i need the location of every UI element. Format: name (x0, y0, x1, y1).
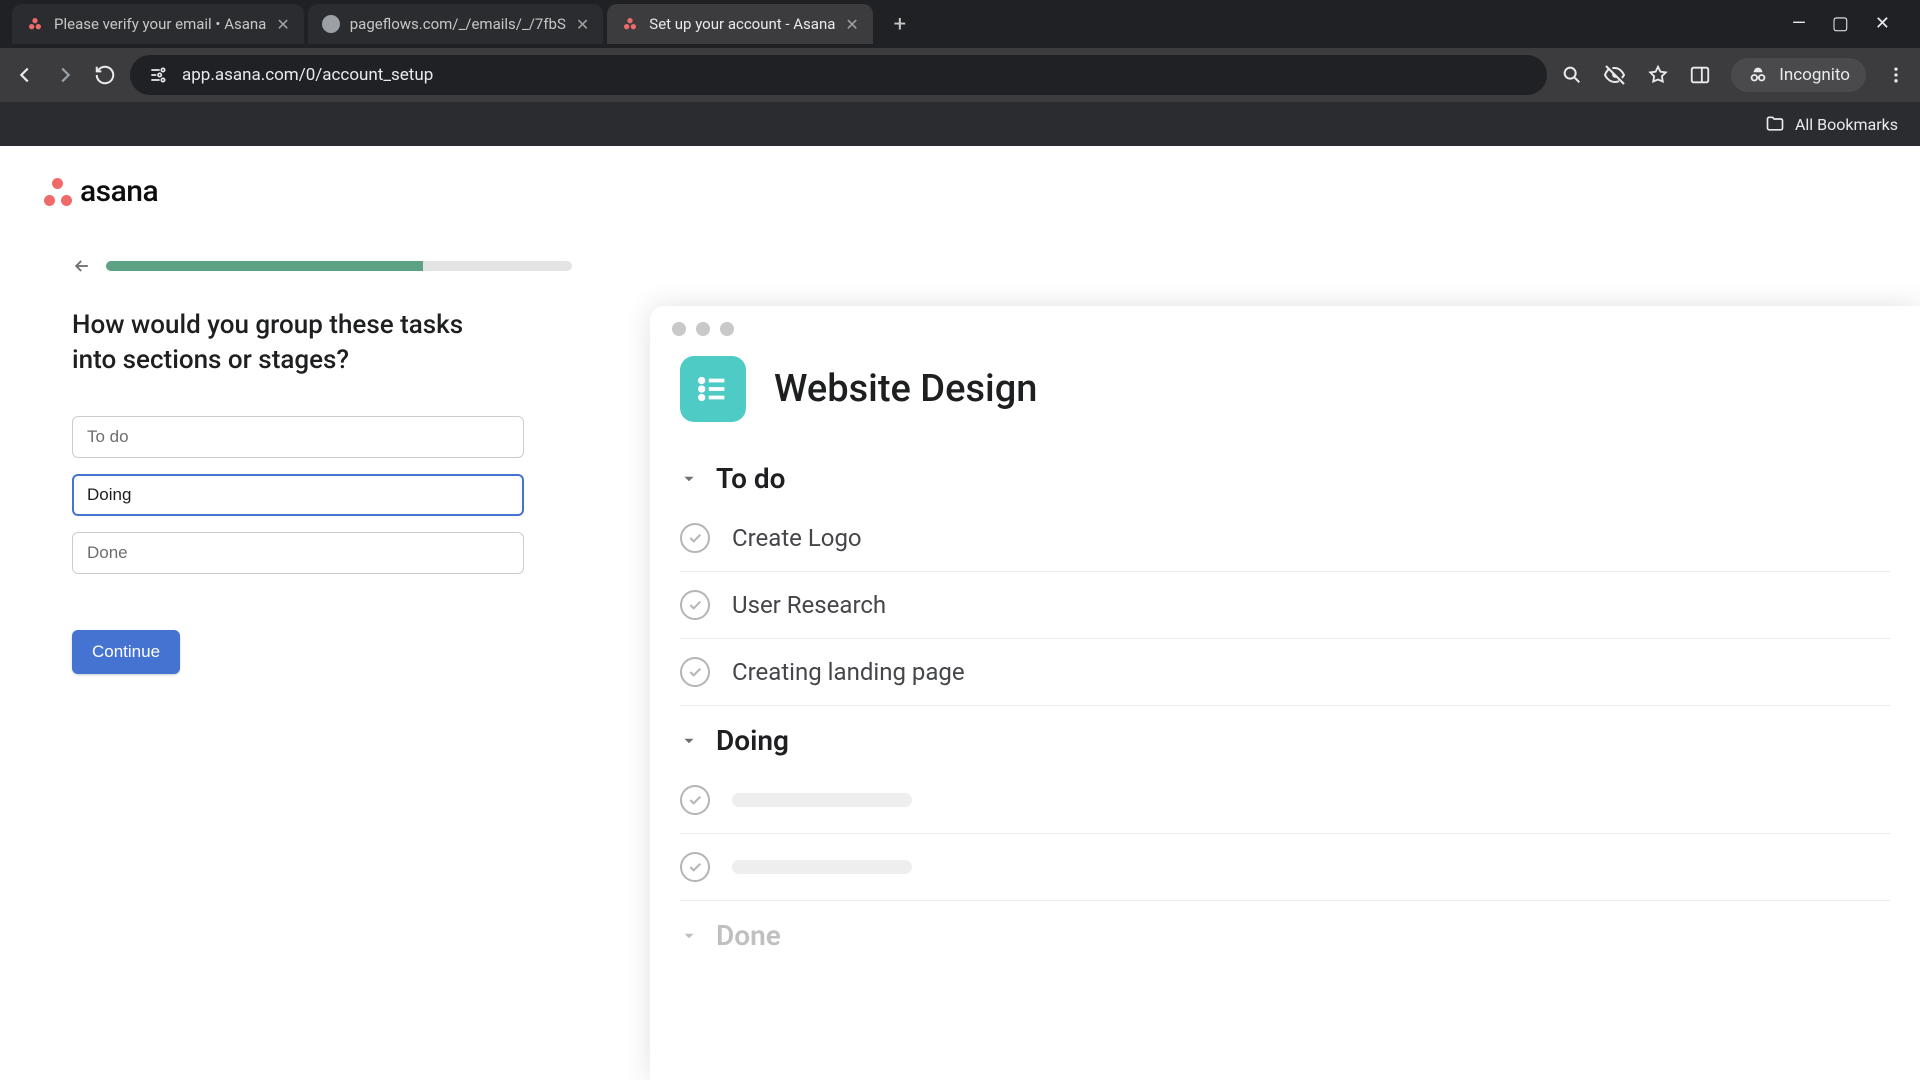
window-controls: — ▢ ✕ (1792, 15, 1908, 33)
asana-favicon-icon (621, 15, 639, 33)
task-row-placeholder (680, 834, 1890, 901)
project-header: Website Design (650, 346, 1920, 444)
task-row[interactable]: Creating landing page (680, 639, 1890, 706)
task-label: Create Logo (732, 524, 862, 552)
incognito-chip[interactable]: Incognito (1731, 58, 1866, 92)
task-check-icon[interactable] (680, 523, 710, 553)
search-icon[interactable] (1561, 64, 1583, 86)
close-window-icon[interactable]: ✕ (1875, 15, 1890, 33)
section-header[interactable]: Doing (680, 706, 1890, 767)
section-inputs (72, 416, 524, 574)
incognito-icon (1747, 64, 1769, 86)
section-name-input-2[interactable] (72, 532, 524, 574)
setup-panel: How would you group these tasks into sec… (72, 256, 572, 674)
task-check-icon[interactable] (680, 657, 710, 687)
progress-track (106, 261, 572, 271)
minimize-icon[interactable]: — (1792, 15, 1806, 33)
preview-section: Done (650, 901, 1920, 962)
incognito-label: Incognito (1779, 65, 1850, 85)
asana-logo-icon (44, 178, 72, 206)
task-row[interactable]: Create Logo (680, 505, 1890, 572)
section-label: Doing (716, 724, 789, 757)
browser-tab[interactable]: pageflows.com/_/emails/_/7fbS ✕ (308, 4, 604, 44)
back-icon[interactable] (14, 64, 36, 86)
section-name-input-1[interactable] (72, 474, 524, 516)
browser-chrome: Please verify your email • Asana✕pageflo… (0, 0, 1920, 146)
nav-icons (14, 64, 116, 86)
section-header[interactable]: To do (680, 444, 1890, 505)
toolbar-right: Incognito (1561, 58, 1906, 92)
back-step-icon[interactable] (72, 256, 92, 276)
close-tab-icon[interactable]: ✕ (576, 15, 589, 34)
all-bookmarks-link[interactable]: All Bookmarks (1795, 115, 1898, 134)
bookmark-star-icon[interactable] (1647, 64, 1669, 86)
task-check-icon (680, 785, 710, 815)
section-label: Done (716, 919, 781, 952)
section-header[interactable]: Done (680, 901, 1890, 962)
task-check-icon[interactable] (680, 590, 710, 620)
chevron-down-icon (680, 732, 698, 750)
bookmarks-bar: All Bookmarks (0, 102, 1920, 146)
chevron-down-icon (680, 470, 698, 488)
browser-tab[interactable]: Please verify your email • Asana ✕ (12, 4, 304, 44)
section-name-input-0[interactable] (72, 416, 524, 458)
folder-icon (1765, 114, 1785, 134)
task-check-icon (680, 852, 710, 882)
asana-logo-text: asana (80, 174, 158, 209)
browser-tab[interactable]: Set up your account - Asana ✕ (607, 4, 873, 44)
address-bar: app.asana.com/0/account_setup Incognito (0, 48, 1920, 102)
placeholder-bar (732, 860, 912, 874)
kebab-menu-icon[interactable] (1886, 65, 1906, 85)
eye-off-icon[interactable] (1603, 63, 1627, 87)
project-list-icon (680, 356, 746, 422)
omnibox[interactable]: app.asana.com/0/account_setup (130, 55, 1547, 95)
task-row-placeholder (680, 767, 1890, 834)
task-label: User Research (732, 591, 886, 619)
progress-row (72, 256, 572, 276)
globe-favicon-icon (322, 15, 340, 33)
progress-fill (106, 261, 423, 271)
tab-strip: Please verify your email • Asana✕pageflo… (0, 0, 1920, 48)
reload-icon[interactable] (94, 64, 116, 86)
tab-title: Set up your account - Asana (649, 15, 835, 33)
url-text: app.asana.com/0/account_setup (182, 65, 433, 85)
site-settings-icon[interactable] (148, 65, 168, 85)
task-row[interactable]: User Research (680, 572, 1890, 639)
task-label: Creating landing page (732, 658, 965, 686)
forward-icon[interactable] (54, 64, 76, 86)
tab-title: pageflows.com/_/emails/_/7fbS (350, 15, 566, 33)
placeholder-bar (732, 793, 912, 807)
new-tab-button[interactable]: + (883, 7, 917, 41)
preview-window-dots (650, 306, 1920, 346)
close-tab-icon[interactable]: ✕ (845, 15, 858, 34)
chevron-down-icon (680, 927, 698, 945)
section-label: To do (716, 462, 786, 495)
side-panel-icon[interactable] (1689, 64, 1711, 86)
maximize-icon[interactable]: ▢ (1832, 15, 1849, 33)
project-title: Website Design (774, 367, 1037, 411)
preview-section: Doing (650, 706, 1920, 901)
asana-logo: asana (44, 174, 158, 209)
project-preview: Website Design To do Create Logo User Rese… (650, 306, 1920, 1080)
close-tab-icon[interactable]: ✕ (276, 15, 289, 34)
preview-section: To do Create Logo User Research Creating la… (650, 444, 1920, 706)
asana-favicon-icon (26, 15, 44, 33)
setup-question: How would you group these tasks into sec… (72, 308, 492, 378)
tab-title: Please verify your email • Asana (54, 15, 266, 33)
page-content: asana How would you group these tasks in… (0, 146, 1920, 1080)
continue-button[interactable]: Continue (72, 630, 180, 674)
